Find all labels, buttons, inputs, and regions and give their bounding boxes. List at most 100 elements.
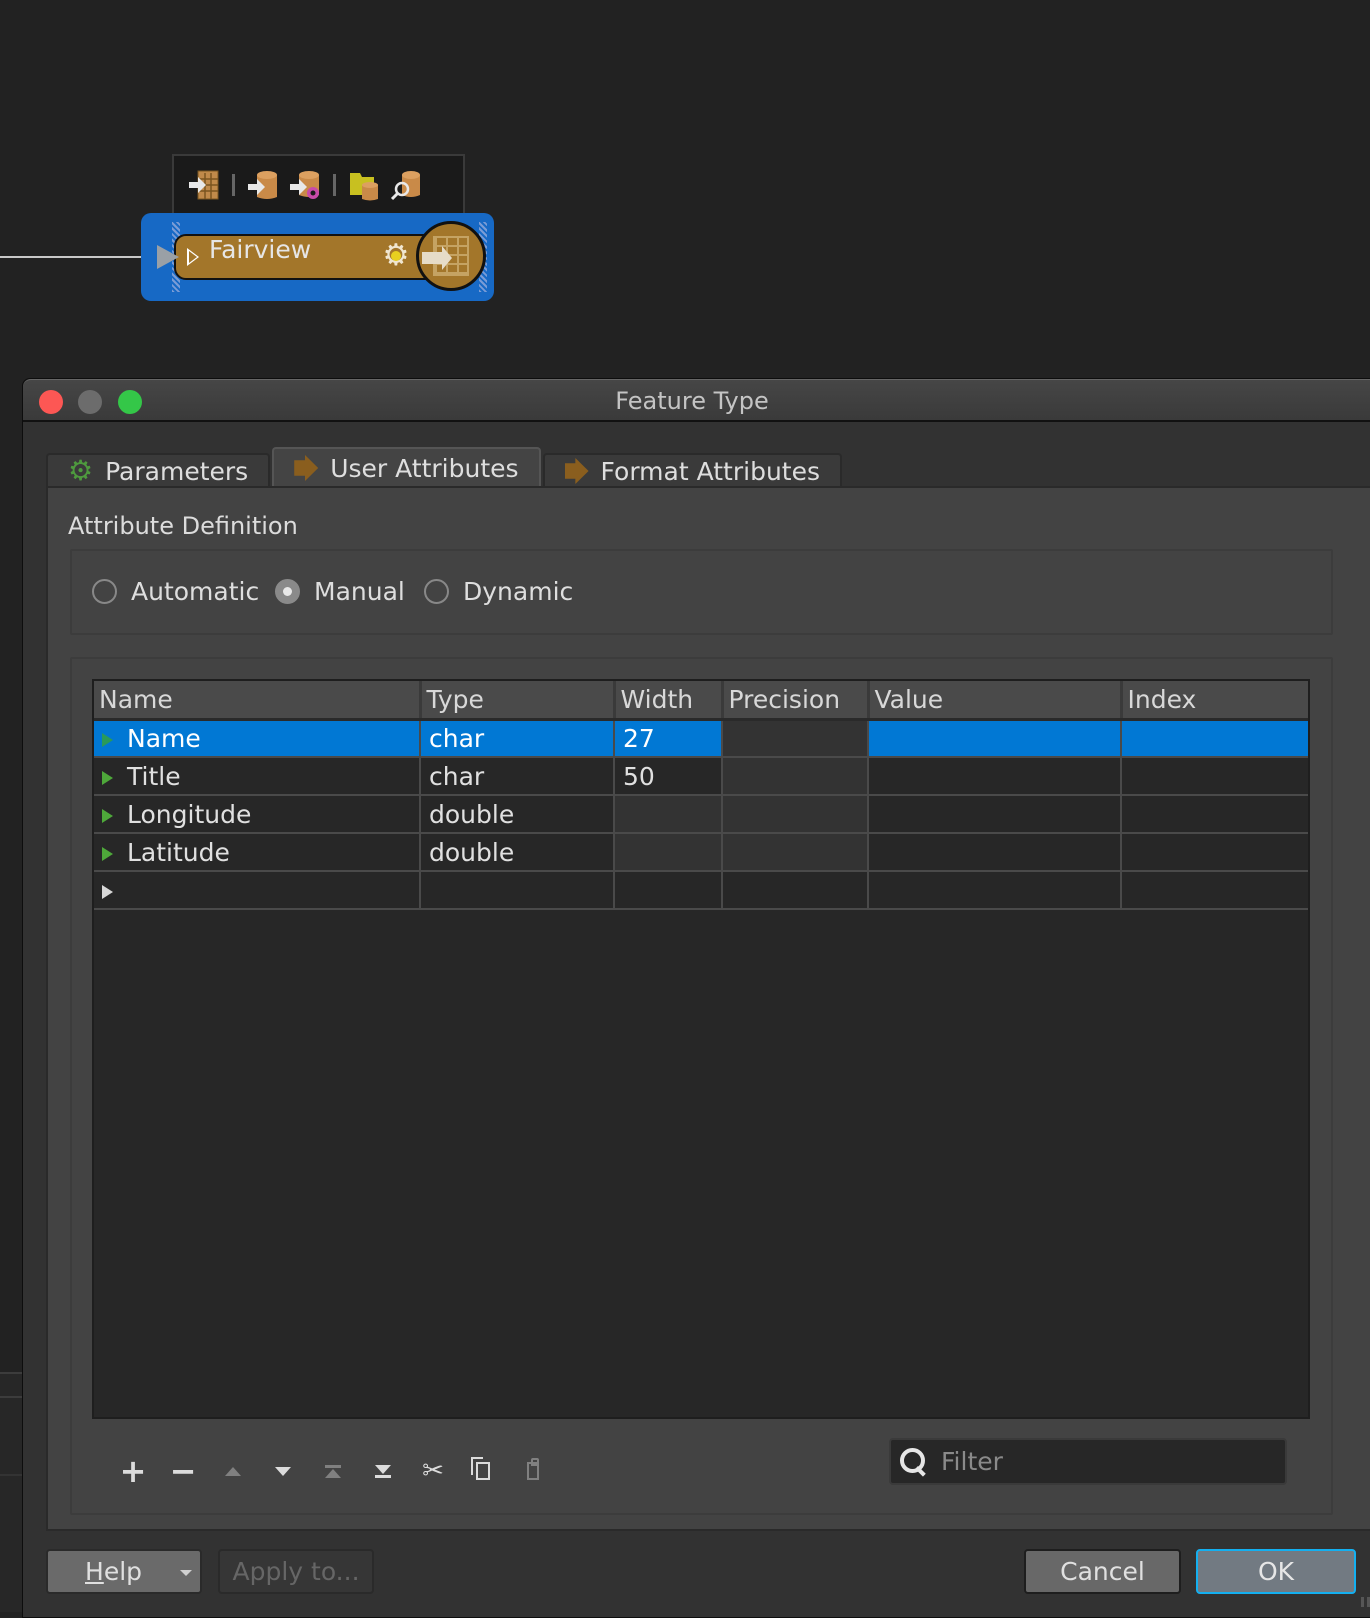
cell-precision[interactable] xyxy=(722,833,869,872)
radio-dynamic[interactable]: Dynamic xyxy=(424,577,573,606)
add-row-button[interactable]: + xyxy=(108,1452,158,1490)
workspace-canvas[interactable]: Fairview ⚙ Feature Type ⚙ Parameters Use… xyxy=(0,0,1370,1618)
new-row-icon[interactable] xyxy=(102,884,113,899)
cell-name[interactable]: Longitude xyxy=(94,795,421,834)
cell-index[interactable] xyxy=(1121,719,1308,758)
cancel-button[interactable]: Cancel xyxy=(1024,1549,1181,1594)
play-icon[interactable] xyxy=(187,248,199,266)
row-expand-icon[interactable] xyxy=(102,770,113,785)
database-transform-icon[interactable] xyxy=(289,169,321,201)
database-reader-icon[interactable] xyxy=(247,169,279,201)
connection-line[interactable] xyxy=(0,256,160,258)
cell-index[interactable] xyxy=(1121,757,1308,796)
radio-indicator[interactable] xyxy=(92,579,117,604)
attributes-table[interactable]: Name Type Width Precision Value Index Na… xyxy=(92,679,1310,1419)
paste-button[interactable] xyxy=(508,1454,558,1488)
tab-parameters[interactable]: ⚙ Parameters xyxy=(46,453,271,487)
cell-precision[interactable] xyxy=(722,719,869,758)
cell-width[interactable]: 50 xyxy=(614,757,723,796)
cell-value[interactable] xyxy=(868,871,1122,910)
cell-width[interactable] xyxy=(614,871,723,910)
table-row[interactable]: Name char 27 xyxy=(94,719,1308,758)
tab-bar: ⚙ Parameters User Attributes Format Attr… xyxy=(46,447,844,487)
radio-label: Manual xyxy=(314,577,405,606)
tab-format-attributes[interactable]: Format Attributes xyxy=(542,453,843,487)
move-top-icon xyxy=(325,1464,341,1478)
cell-type[interactable] xyxy=(420,871,615,910)
cell-precision[interactable] xyxy=(722,757,869,796)
cell-value[interactable] xyxy=(868,719,1122,758)
ok-button[interactable]: OK xyxy=(1196,1549,1356,1594)
cell-width[interactable] xyxy=(614,795,723,834)
cell-name[interactable]: Title xyxy=(94,757,421,796)
cell-value[interactable] xyxy=(868,795,1122,834)
resize-grip-icon[interactable] xyxy=(1361,1597,1370,1607)
remove-row-button[interactable]: − xyxy=(158,1452,208,1490)
move-bottom-icon xyxy=(375,1464,391,1478)
cell-type[interactable]: char xyxy=(420,719,615,758)
cell-value[interactable] xyxy=(868,757,1122,796)
cell-index[interactable] xyxy=(1121,833,1308,872)
folder-database-icon[interactable] xyxy=(348,169,380,201)
filter-field[interactable] xyxy=(889,1438,1287,1485)
tab-user-attributes[interactable]: User Attributes xyxy=(272,447,541,487)
move-to-top-button[interactable] xyxy=(308,1454,358,1488)
move-up-button[interactable] xyxy=(208,1454,258,1488)
radio-indicator[interactable] xyxy=(424,579,449,604)
column-header-index[interactable]: Index xyxy=(1121,681,1308,721)
title-bar[interactable]: Feature Type xyxy=(23,379,1370,422)
radio-manual[interactable]: Manual xyxy=(275,577,405,606)
cell-width[interactable] xyxy=(614,833,723,872)
gear-icon[interactable]: ⚙ xyxy=(380,240,412,272)
row-expand-icon[interactable] xyxy=(102,846,113,861)
column-header-name[interactable]: Name xyxy=(94,681,422,721)
cell-name[interactable]: Latitude xyxy=(94,833,421,872)
arrow-icon xyxy=(294,455,319,481)
database-inspect-icon[interactable] xyxy=(390,169,422,201)
column-header-precision[interactable]: Precision xyxy=(722,681,870,721)
table-row-new[interactable] xyxy=(94,871,1308,910)
table-row[interactable]: Latitude double xyxy=(94,833,1308,872)
cut-button[interactable]: ✂ xyxy=(408,1454,458,1488)
cell-index[interactable] xyxy=(1121,871,1308,910)
cell-type[interactable]: double xyxy=(420,833,615,872)
cell-name[interactable] xyxy=(94,871,421,910)
user-attributes-pane: Attribute Definition Automatic Manual Dy… xyxy=(46,486,1370,1531)
plus-icon: + xyxy=(119,1452,147,1490)
move-down-button[interactable] xyxy=(258,1454,308,1488)
cell-precision[interactable] xyxy=(722,795,869,834)
attribute-definition-group: Automatic Manual Dynamic xyxy=(70,549,1333,635)
apply-to-button[interactable]: Apply to... xyxy=(218,1549,374,1594)
copy-button[interactable] xyxy=(458,1454,508,1488)
table-row[interactable]: Title char 50 xyxy=(94,757,1308,796)
toolbar-separator xyxy=(333,173,336,196)
cell-index[interactable] xyxy=(1121,795,1308,834)
cell-type[interactable]: double xyxy=(420,795,615,834)
move-to-bottom-button[interactable] xyxy=(358,1454,408,1488)
table-row[interactable]: Longitude double xyxy=(94,795,1308,834)
filter-input[interactable] xyxy=(941,1447,1271,1476)
tab-label: Format Attributes xyxy=(600,456,821,486)
cell-value[interactable] xyxy=(868,833,1122,872)
radio-automatic[interactable]: Automatic xyxy=(92,577,259,606)
column-header-width[interactable]: Width xyxy=(614,681,724,721)
feature-type-dialog: Feature Type ⚙ Parameters User Attribute… xyxy=(22,378,1370,1618)
row-expand-icon[interactable] xyxy=(102,808,113,823)
attributes-group: Name Type Width Precision Value Index Na… xyxy=(70,657,1333,1515)
radio-label: Automatic xyxy=(131,577,260,606)
radio-indicator[interactable] xyxy=(275,579,300,604)
copy-icon xyxy=(471,1457,490,1480)
column-header-type[interactable]: Type xyxy=(420,681,616,721)
input-port-icon[interactable] xyxy=(157,245,179,269)
column-header-value[interactable]: Value xyxy=(868,681,1123,721)
cell-type[interactable]: char xyxy=(420,757,615,796)
gear-icon: ⚙ xyxy=(68,454,94,487)
help-button[interactable]: Help xyxy=(46,1549,202,1594)
cell-width[interactable]: 27 xyxy=(614,719,723,758)
attribute-definition-label: Attribute Definition xyxy=(68,512,298,540)
table-reader-icon[interactable] xyxy=(188,169,220,201)
cell-precision[interactable] xyxy=(722,871,869,910)
row-expand-icon[interactable] xyxy=(102,732,113,747)
chevron-down-icon[interactable] xyxy=(180,1570,192,1576)
cell-name[interactable]: Name xyxy=(94,719,421,758)
